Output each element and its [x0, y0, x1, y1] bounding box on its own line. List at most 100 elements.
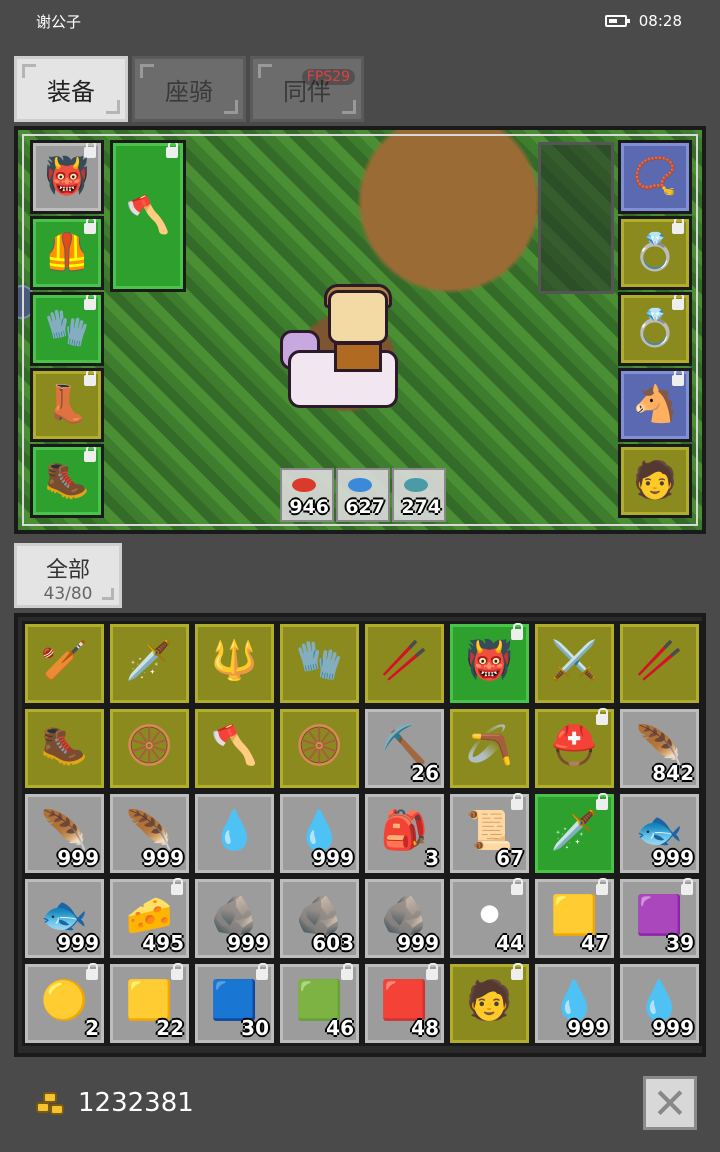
item-count: 3: [425, 846, 439, 870]
item-icon: 🟨: [125, 978, 174, 1023]
inventory-slot[interactable]: 🟦 30: [192, 961, 277, 1046]
battery-icon: [604, 15, 630, 27]
clock: 08:28: [638, 12, 682, 30]
inventory-slot[interactable]: 🟨 47: [532, 876, 617, 961]
inventory-slot[interactable]: 🪓: [192, 706, 277, 791]
inventory-slot[interactable]: 🟥 48: [362, 961, 447, 1046]
inventory-slot[interactable]: 🛞: [107, 706, 192, 791]
inventory-slot[interactable]: ⛏️ 26: [362, 706, 447, 791]
item-icon: 🪶: [125, 808, 174, 853]
inventory-slot[interactable]: 🎒 3: [362, 791, 447, 876]
inventory-slot[interactable]: 💧 999: [617, 961, 702, 1046]
inventory-slot[interactable]: 🟪 39: [617, 876, 702, 961]
equip-slot-brown-armor[interactable]: 🦺: [30, 216, 104, 290]
inventory-slot[interactable]: 📜 67: [447, 791, 532, 876]
inventory-slot[interactable]: 🪨 999: [362, 876, 447, 961]
equip-slot-silver-amulet[interactable]: 📿: [618, 140, 692, 214]
inventory-grid: 🏏 🗡️ 🔱 🧤 🥢 👹 ⚔️ 🥢 🥾 🛞 🪓 🛞 ⛏️ 26 🪃 ⛑️ 🪶 842 🪶 999 🪶 999 💧 💧 999 🎒 3…: [22, 621, 702, 1046]
inventory-slot[interactable]: 🛞: [277, 706, 362, 791]
filter-all-tab[interactable]: 全部 43/80: [14, 543, 122, 608]
tab-corner-decoration: [22, 64, 36, 78]
item-icon: 🟦: [210, 978, 259, 1023]
inventory-slot[interactable]: 🪨 603: [277, 876, 362, 961]
inventory-slot[interactable]: 🥢: [617, 621, 702, 706]
item-icon: 🪨: [295, 893, 344, 938]
item-icon: 🥢: [380, 638, 429, 683]
inventory-slot[interactable]: 🗡️: [532, 791, 617, 876]
inventory-slot[interactable]: 🟨 22: [107, 961, 192, 1046]
inventory-slot[interactable]: 👹: [447, 621, 532, 706]
inventory-slot[interactable]: 🪃: [447, 706, 532, 791]
item-icon: ⛏️: [380, 723, 429, 768]
equip-slot-red-boots[interactable]: 👢: [30, 368, 104, 442]
item-icon: 🥢: [635, 638, 684, 683]
inventory-slot[interactable]: 🟡 2: [22, 961, 107, 1046]
tab-label: 座骑: [165, 77, 213, 106]
equip-slot-companion-portrait[interactable]: 🧑: [618, 444, 692, 518]
equip-slot-purple-gloves[interactable]: 🧤: [30, 292, 104, 366]
close-icon: ✕: [652, 1078, 688, 1128]
inventory-slot[interactable]: 🐟 999: [22, 876, 107, 961]
inventory-slot[interactable]: 🔱: [192, 621, 277, 706]
inventory-slot[interactable]: 💧 999: [532, 961, 617, 1046]
item-count: 26: [411, 761, 439, 785]
inventory-slot[interactable]: 🧤: [277, 621, 362, 706]
tab-companion[interactable]: 同伴 FPS29: [250, 56, 364, 122]
inventory-slot[interactable]: 💧 999: [277, 791, 362, 876]
item-icon: 🪶: [635, 723, 684, 768]
item-count: 39: [666, 931, 694, 955]
item-icon: 🪨: [380, 893, 429, 938]
equip-slot-dark-boots[interactable]: 🥾: [30, 444, 104, 518]
filter-label: 全部: [45, 558, 90, 583]
inventory-slot[interactable]: ⚫ 44: [447, 876, 532, 961]
resource-count: 274: [401, 496, 441, 518]
inventory-slot[interactable]: 🥢: [362, 621, 447, 706]
item-icon: 👹: [465, 638, 514, 683]
equip-slot-gold-ring-2[interactable]: 💍: [618, 292, 692, 366]
close-button[interactable]: ✕: [643, 1076, 697, 1130]
equip-slot-gold-ring-1[interactable]: 💍: [618, 216, 692, 290]
item-count: 22: [156, 1016, 184, 1040]
tab-mount[interactable]: 座骑: [132, 56, 246, 122]
item-icon: 💧: [210, 808, 259, 853]
item-count: 47: [581, 931, 609, 955]
equip-slot-horse-mount[interactable]: 🐴: [618, 368, 692, 442]
inventory-slot[interactable]: 🪶 842: [617, 706, 702, 791]
tab-corner-decoration: [106, 100, 120, 114]
inventory-slot[interactable]: 🧑: [447, 961, 532, 1046]
inventory-slot[interactable]: ⛑️: [532, 706, 617, 791]
inventory-slot[interactable]: 🏏: [22, 621, 107, 706]
equip-slot-horned-helmet[interactable]: 👹: [30, 140, 104, 214]
gold-nugget-icon: [36, 1092, 68, 1118]
inventory-slot[interactable]: 🪶 999: [107, 791, 192, 876]
tab-corner-decoration: [224, 100, 238, 114]
inventory-slot[interactable]: 🪨 999: [192, 876, 277, 961]
inventory-slot[interactable]: 🗡️: [107, 621, 192, 706]
item-icon: 🟡: [40, 978, 89, 1023]
weapon-slot[interactable]: 🪓: [110, 140, 186, 292]
item-icon: 🗡️: [125, 638, 174, 683]
gold-ring-2-icon: 💍: [632, 308, 678, 349]
item-count: 603: [312, 931, 354, 955]
item-icon: 🪨: [210, 893, 259, 938]
tab-label: 装备: [47, 77, 95, 106]
rider-head: [328, 290, 388, 344]
inventory-slot[interactable]: 🟩 46: [277, 961, 362, 1046]
inventory-slot[interactable]: 💧: [192, 791, 277, 876]
inventory-slot[interactable]: 🐟 999: [617, 791, 702, 876]
tab-equipment[interactable]: 装备: [14, 56, 128, 122]
item-icon: 🏏: [40, 638, 89, 683]
inventory-slot[interactable]: 🪶 999: [22, 791, 107, 876]
golden-axe-icon: 🪓: [125, 195, 171, 236]
item-icon: 🛞: [125, 723, 174, 768]
empty-special-slot[interactable]: [538, 142, 614, 294]
inventory-slot[interactable]: 🥾: [22, 706, 107, 791]
item-icon: 🧀: [125, 893, 174, 938]
inventory-slot[interactable]: 🧀 495: [107, 876, 192, 961]
brown-armor-icon: 🦺: [44, 232, 90, 273]
inventory-slot[interactable]: ⚔️: [532, 621, 617, 706]
item-icon: 🗡️: [550, 808, 599, 853]
item-icon: 📜: [465, 808, 514, 853]
item-count: 48: [411, 1016, 439, 1040]
item-icon: 🪃: [465, 723, 514, 768]
